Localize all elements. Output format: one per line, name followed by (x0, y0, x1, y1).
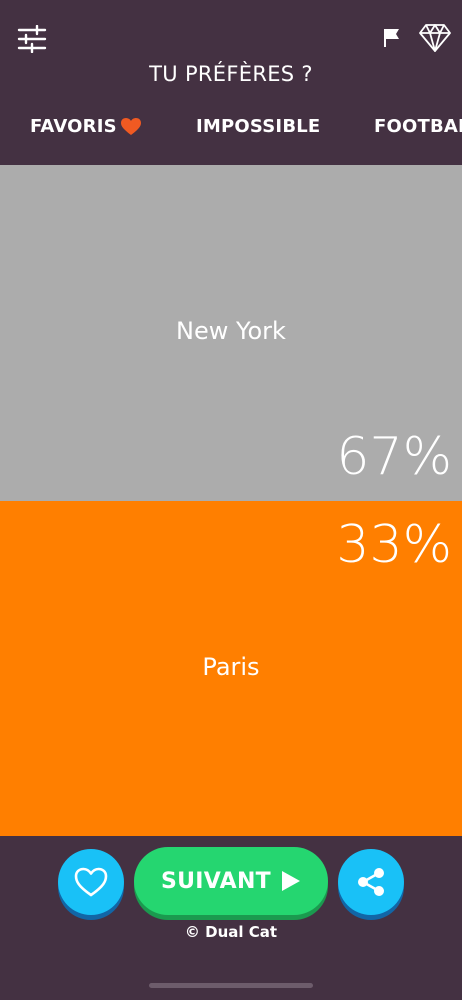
diamond-icon (419, 24, 451, 52)
tab-label: FAVORIS (30, 116, 117, 137)
footer: SUIVANT © Dual Cat (0, 836, 462, 1000)
home-indicator[interactable] (149, 983, 313, 988)
option-b-percent: 33% (336, 515, 452, 575)
heart-icon (120, 117, 141, 135)
tab-football[interactable]: FOOTBALL (374, 116, 462, 137)
share-button[interactable] (338, 849, 404, 915)
tab-impossible[interactable]: IMPOSSIBLE (196, 116, 320, 137)
tab-favoris[interactable]: FAVORIS (30, 116, 141, 137)
tab-label: IMPOSSIBLE (196, 116, 321, 137)
next-button-label: SUIVANT (161, 868, 271, 894)
category-tabs: FAVORIS IMPOSSIBLE FOOTBALL (0, 116, 462, 146)
flag-icon (384, 29, 399, 47)
share-icon (358, 868, 384, 896)
option-a-card[interactable]: New York 67% (0, 165, 462, 501)
copyright-text: © Dual Cat (184, 923, 278, 941)
settings-button[interactable] (16, 24, 48, 54)
option-b-label: Paris (202, 653, 260, 681)
next-button[interactable]: SUIVANT (134, 847, 328, 915)
option-a-label: New York (176, 317, 286, 345)
header: TU PRÉFÈRES ? FAVORIS IMPOSSIBLE FOOTBAL… (0, 0, 462, 165)
report-button[interactable] (381, 27, 403, 49)
play-icon (281, 871, 300, 891)
option-a-percent: 67% (336, 427, 452, 487)
sliders-icon (17, 25, 47, 53)
heart-outline-icon (74, 867, 108, 897)
premium-button[interactable] (418, 22, 452, 54)
option-b-card[interactable]: 33% Paris (0, 501, 462, 836)
tab-label: FOOTBALL (374, 116, 462, 137)
like-button[interactable] (58, 849, 124, 915)
page-title: TU PRÉFÈRES ? (149, 62, 313, 86)
